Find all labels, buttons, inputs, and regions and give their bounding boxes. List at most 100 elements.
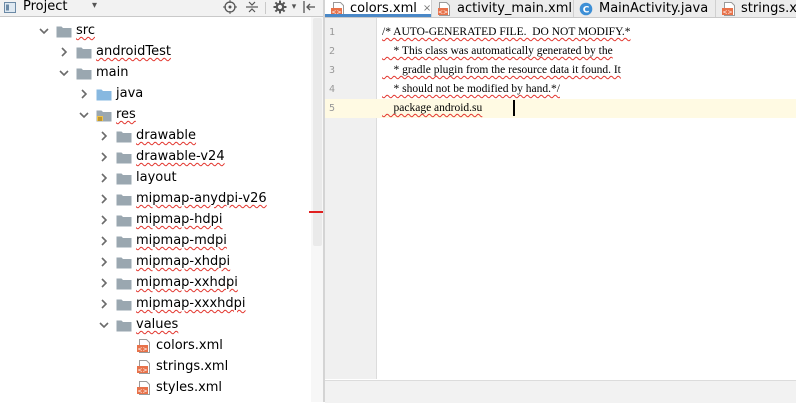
tree-item-label: mipmap-xxxhdpi (136, 296, 246, 311)
line-number: 1 (328, 27, 335, 38)
tree-item[interactable]: java (78, 83, 143, 104)
folder-icon (116, 234, 132, 248)
folder-icon (56, 24, 72, 38)
chevron-down-icon[interactable] (98, 319, 110, 331)
target-scroll-icon[interactable] (223, 0, 237, 14)
line-number: 4 (328, 84, 335, 95)
chevron-right-icon[interactable] (78, 88, 90, 100)
chevron-right-icon[interactable] (58, 46, 70, 58)
tree-item[interactable]: mipmap-mdpi (98, 230, 227, 251)
tree-item[interactable]: drawable (98, 125, 196, 146)
tree-item[interactable]: values (98, 314, 178, 335)
chevron-right-icon[interactable] (98, 214, 110, 226)
chevron-right-icon[interactable] (98, 256, 110, 268)
tree-item-label: layout (136, 170, 177, 185)
tree-item[interactable]: <> strings.xml (118, 356, 228, 377)
chevron-right-icon[interactable] (98, 277, 110, 289)
svg-text:<>: <> (137, 366, 147, 373)
tab-label: strings.xml (741, 1, 796, 16)
chevron-right-icon[interactable] (98, 172, 110, 184)
line-number: 2 (328, 46, 335, 57)
folder-icon (116, 213, 132, 227)
dropdown-arrow-icon[interactable]: ▾ (92, 0, 97, 11)
tree-item-label: mipmap-xxhdpi (136, 275, 238, 290)
tree-item[interactable]: mipmap-xhdpi (98, 251, 230, 272)
project-panel-header: Project ▾ ▾ (0, 0, 323, 17)
tree-item[interactable]: <> styles.xml (118, 377, 222, 398)
tree-item[interactable]: <> colors.xml (118, 335, 223, 356)
editor-bottom-strip (325, 380, 796, 403)
code-editor: <>colors.xml×<>activity_main.xml×CMainAc… (325, 0, 796, 403)
project-tree: src androidTest main java res drawable drawabl… (0, 20, 311, 402)
resource-folder-icon (96, 108, 112, 122)
toolbar-separator (265, 2, 266, 14)
tree-item[interactable]: mipmap-hdpi (98, 209, 222, 230)
tree-item-label: src (76, 23, 95, 38)
chevron-down-icon[interactable] (58, 67, 70, 79)
tree-item-label: strings.xml (156, 359, 229, 374)
tree-item-label: mipmap-anydpi-v26 (136, 191, 267, 206)
chevron-right-icon[interactable] (98, 235, 110, 247)
tree-item-label: styles.xml (156, 380, 223, 395)
tab-activity-main-xml[interactable]: <>activity_main.xml× (432, 0, 574, 17)
project-tool-window: Project ▾ ▾ src androidTest main java res dra… (0, 0, 323, 402)
tree-item[interactable]: mipmap-xxhdpi (98, 272, 238, 293)
folder-icon (116, 150, 132, 164)
folder-icon (116, 171, 132, 185)
tree-item-label: res (116, 107, 136, 122)
xml-file-icon: <> (136, 338, 152, 353)
folder-icon (116, 297, 132, 311)
xml-file-icon: <> (721, 1, 735, 16)
tree-item-label: drawable-v24 (136, 149, 225, 164)
tree-item-label: main (96, 65, 129, 80)
svg-text:C: C (583, 5, 590, 15)
folder-icon (116, 192, 132, 206)
tree-item-label: mipmap-hdpi (136, 212, 223, 227)
chevron-right-icon[interactable] (98, 193, 110, 205)
tab-label: activity_main.xml (457, 1, 573, 16)
code-line[interactable]: * This class was automatically generated… (382, 42, 613, 61)
tree-item[interactable]: res (78, 104, 136, 125)
code-line[interactable]: package android.su (382, 99, 483, 118)
line-number-gutter[interactable]: 1 2 3 4 5 (325, 18, 377, 379)
collapse-all-icon[interactable] (245, 0, 259, 14)
close-icon[interactable]: × (423, 3, 431, 14)
code-line[interactable]: * gradle plugin from the resource data i… (382, 61, 621, 80)
tab-strings-xml[interactable]: <> strings.xml (716, 0, 796, 17)
text-caret (513, 100, 515, 116)
gear-icon[interactable] (273, 0, 287, 14)
code-line[interactable]: * should not be modified by hand.*/ (382, 80, 560, 99)
tree-item[interactable]: androidTest (58, 41, 171, 62)
tree-item-label: androidTest (96, 44, 171, 59)
tree-item[interactable]: mipmap-xxxhdpi (98, 293, 246, 314)
folder-icon (116, 255, 132, 269)
tree-item[interactable]: drawable-v24 (98, 146, 225, 167)
tree-item-label: values (136, 317, 179, 332)
tree-item[interactable]: layout (98, 167, 177, 188)
code-line[interactable]: /* AUTO-GENERATED FILE. DO NOT MODIFY.* (382, 23, 631, 42)
hide-panel-icon[interactable] (302, 0, 316, 14)
tab-colors-xml[interactable]: <> colors.xml × (325, 0, 432, 17)
svg-text:<>: <> (137, 345, 147, 352)
project-panel-title[interactable]: Project (23, 0, 67, 14)
chevron-right-icon[interactable] (98, 298, 110, 310)
line-number: 3 (328, 65, 335, 76)
project-window-icon (4, 2, 16, 13)
tab-label: colors.xml (350, 1, 417, 16)
tree-item[interactable]: src (38, 20, 95, 41)
chevron-right-icon[interactable] (98, 130, 110, 142)
chevron-down-icon[interactable] (78, 109, 90, 121)
tree-item[interactable]: main (58, 62, 128, 83)
error-marker (309, 211, 323, 213)
xml-file-icon: <> (330, 1, 344, 16)
tab-mainactivity-java[interactable]: CMainActivity.java× (574, 0, 716, 17)
chevron-down-icon[interactable] (38, 25, 50, 37)
chevron-down-icon[interactable]: ▾ (287, 0, 301, 14)
svg-text:<>: <> (438, 8, 448, 15)
chevron-right-icon[interactable] (98, 151, 110, 163)
tree-item[interactable]: mipmap-anydpi-v26 (98, 188, 267, 209)
java-source-folder-icon (96, 87, 112, 101)
folder-icon (116, 276, 132, 290)
